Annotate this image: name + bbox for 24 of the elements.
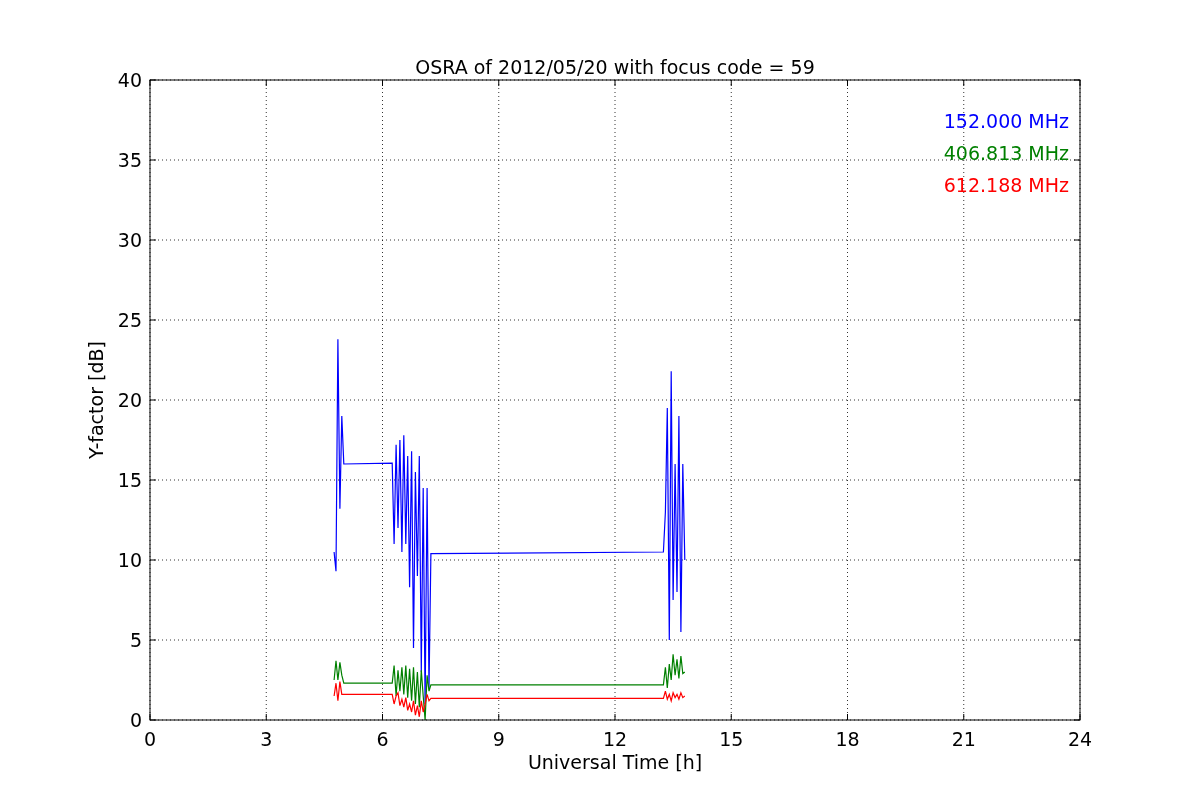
- x-tick-label: 9: [492, 728, 505, 750]
- y-tick-label: 35: [117, 149, 142, 171]
- x-tick-label: 3: [260, 728, 273, 750]
- x-tick-label: 15: [719, 728, 744, 750]
- x-tick-label: 21: [951, 728, 976, 750]
- y-tick-label: 30: [117, 229, 142, 251]
- chart-title: OSRA of 2012/05/20 with focus code = 59: [415, 56, 815, 78]
- y-tick-label: 5: [129, 629, 142, 651]
- x-tick-label: 12: [602, 728, 628, 750]
- legend-label: 152.000 MHz: [943, 110, 1069, 132]
- y-axis-title: Y-factor [dB]: [85, 341, 107, 459]
- x-tick-label: 24: [1067, 728, 1093, 750]
- legend-label: 406.813 MHz: [943, 142, 1069, 164]
- y-tick-label: 25: [117, 309, 142, 331]
- y-tick-label: 40: [117, 69, 142, 91]
- x-tick-label: 18: [835, 728, 860, 750]
- y-tick-label: 10: [117, 549, 142, 571]
- x-tick-label: 0: [143, 728, 157, 750]
- y-tick-label: 15: [117, 469, 142, 491]
- y-tick-label: 0: [129, 709, 142, 731]
- y-tick-label: 20: [117, 389, 142, 411]
- x-axis-title: Universal Time [h]: [527, 751, 703, 773]
- legend-label: 612.188 MHz: [943, 174, 1069, 196]
- x-tick-label: 6: [376, 728, 389, 750]
